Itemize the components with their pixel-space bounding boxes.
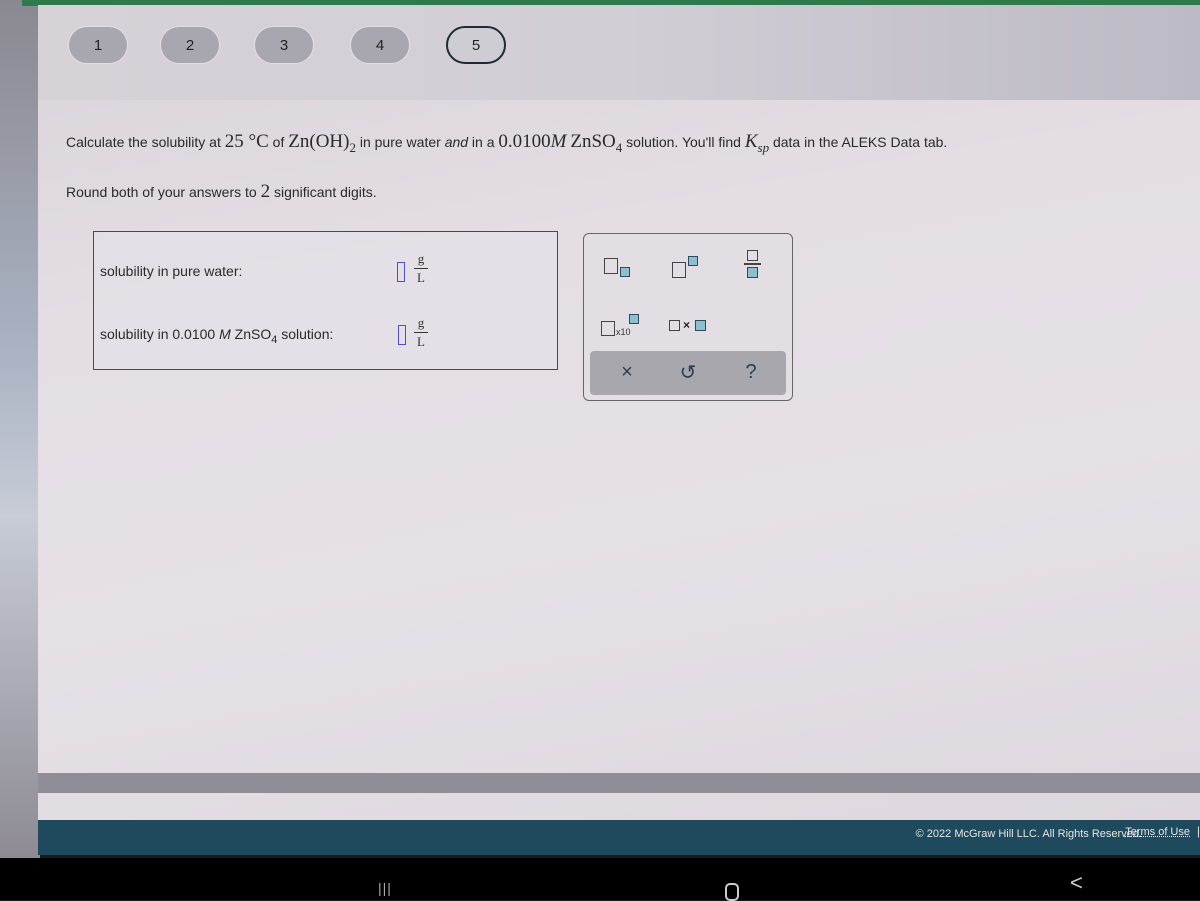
right-box-icon <box>695 320 706 331</box>
pure-water-label: solubility in pure water: <box>100 263 243 279</box>
unit-g-per-L: gL <box>414 316 428 349</box>
step-3-button[interactable]: 3 <box>254 26 314 64</box>
temperature: 25 °C <box>224 131 269 152</box>
home-button[interactable] <box>725 883 739 901</box>
multiply-tool-button[interactable]: × <box>669 318 709 338</box>
math-toolbox: x10 × × ↺ ? <box>583 233 793 401</box>
undo-button[interactable]: ↺ <box>673 357 703 387</box>
aleks-screen: 1 2 3 4 5 Calculate the solubility at 25… <box>38 5 1200 855</box>
help-button[interactable]: ? <box>736 357 766 387</box>
compound-formula: Zn(OH) <box>288 131 350 152</box>
scientific-notation-tool-button[interactable]: x10 <box>601 312 645 342</box>
clear-button[interactable]: × <box>612 357 642 387</box>
copyright-text: © 2022 McGraw Hill LLC. All Rights Reser… <box>915 828 1142 840</box>
left-box-icon <box>669 320 680 331</box>
rounding-instruction: Round both of your answers to 2 signific… <box>66 181 377 202</box>
footer: © 2022 McGraw Hill LLC. All Rights Reser… <box>38 820 1200 855</box>
device-bezel <box>0 0 40 860</box>
numerator-box-icon <box>747 250 758 261</box>
divider-band <box>38 773 1200 793</box>
step-2-button[interactable]: 2 <box>160 26 220 64</box>
toolbox-actions: × ↺ ? <box>590 351 786 395</box>
superscript-box-icon <box>688 256 698 266</box>
base-box-icon <box>672 262 686 278</box>
question-stepper: 1 2 3 4 5 <box>38 5 1200 100</box>
fraction-tool-button[interactable] <box>744 250 764 284</box>
base-box-icon <box>601 321 615 336</box>
denominator-box-icon <box>747 267 758 278</box>
step-5-button-active[interactable]: 5 <box>446 26 506 64</box>
question-text: Calculate the solubility at 25 °C of Zn(… <box>66 131 948 155</box>
back-button[interactable]: < <box>1070 870 1083 896</box>
unit-g-per-L: gL <box>414 252 428 285</box>
base-box-icon <box>604 258 618 274</box>
android-navigation-bar: ||| < <box>0 858 1200 901</box>
terms-of-use-link[interactable]: Terms of Use <box>1125 826 1190 838</box>
znso4-solubility-input[interactable] <box>398 325 406 345</box>
concentration: 0.0100 <box>498 131 551 152</box>
pure-water-solubility-input[interactable] <box>397 262 405 282</box>
subscript-box-icon <box>620 267 630 277</box>
undo-icon: ↺ <box>679 361 697 384</box>
step-4-button[interactable]: 4 <box>350 26 410 64</box>
help-icon: ? <box>745 360 757 383</box>
answer-panel: solubility in pure water: gL solubility … <box>93 231 558 370</box>
step-1-button[interactable]: 1 <box>68 26 128 64</box>
ksp-symbol: K <box>744 131 758 152</box>
recents-button[interactable]: ||| <box>378 880 392 896</box>
znso4-solution-label: solubility in 0.0100 M ZnSO4 solution: <box>100 326 334 346</box>
superscript-tool-button[interactable] <box>672 254 702 284</box>
subscript-tool-button[interactable] <box>604 254 634 284</box>
close-icon: × <box>621 360 633 383</box>
salt-formula: ZnSO <box>570 131 616 152</box>
exponent-box-icon <box>629 314 639 324</box>
